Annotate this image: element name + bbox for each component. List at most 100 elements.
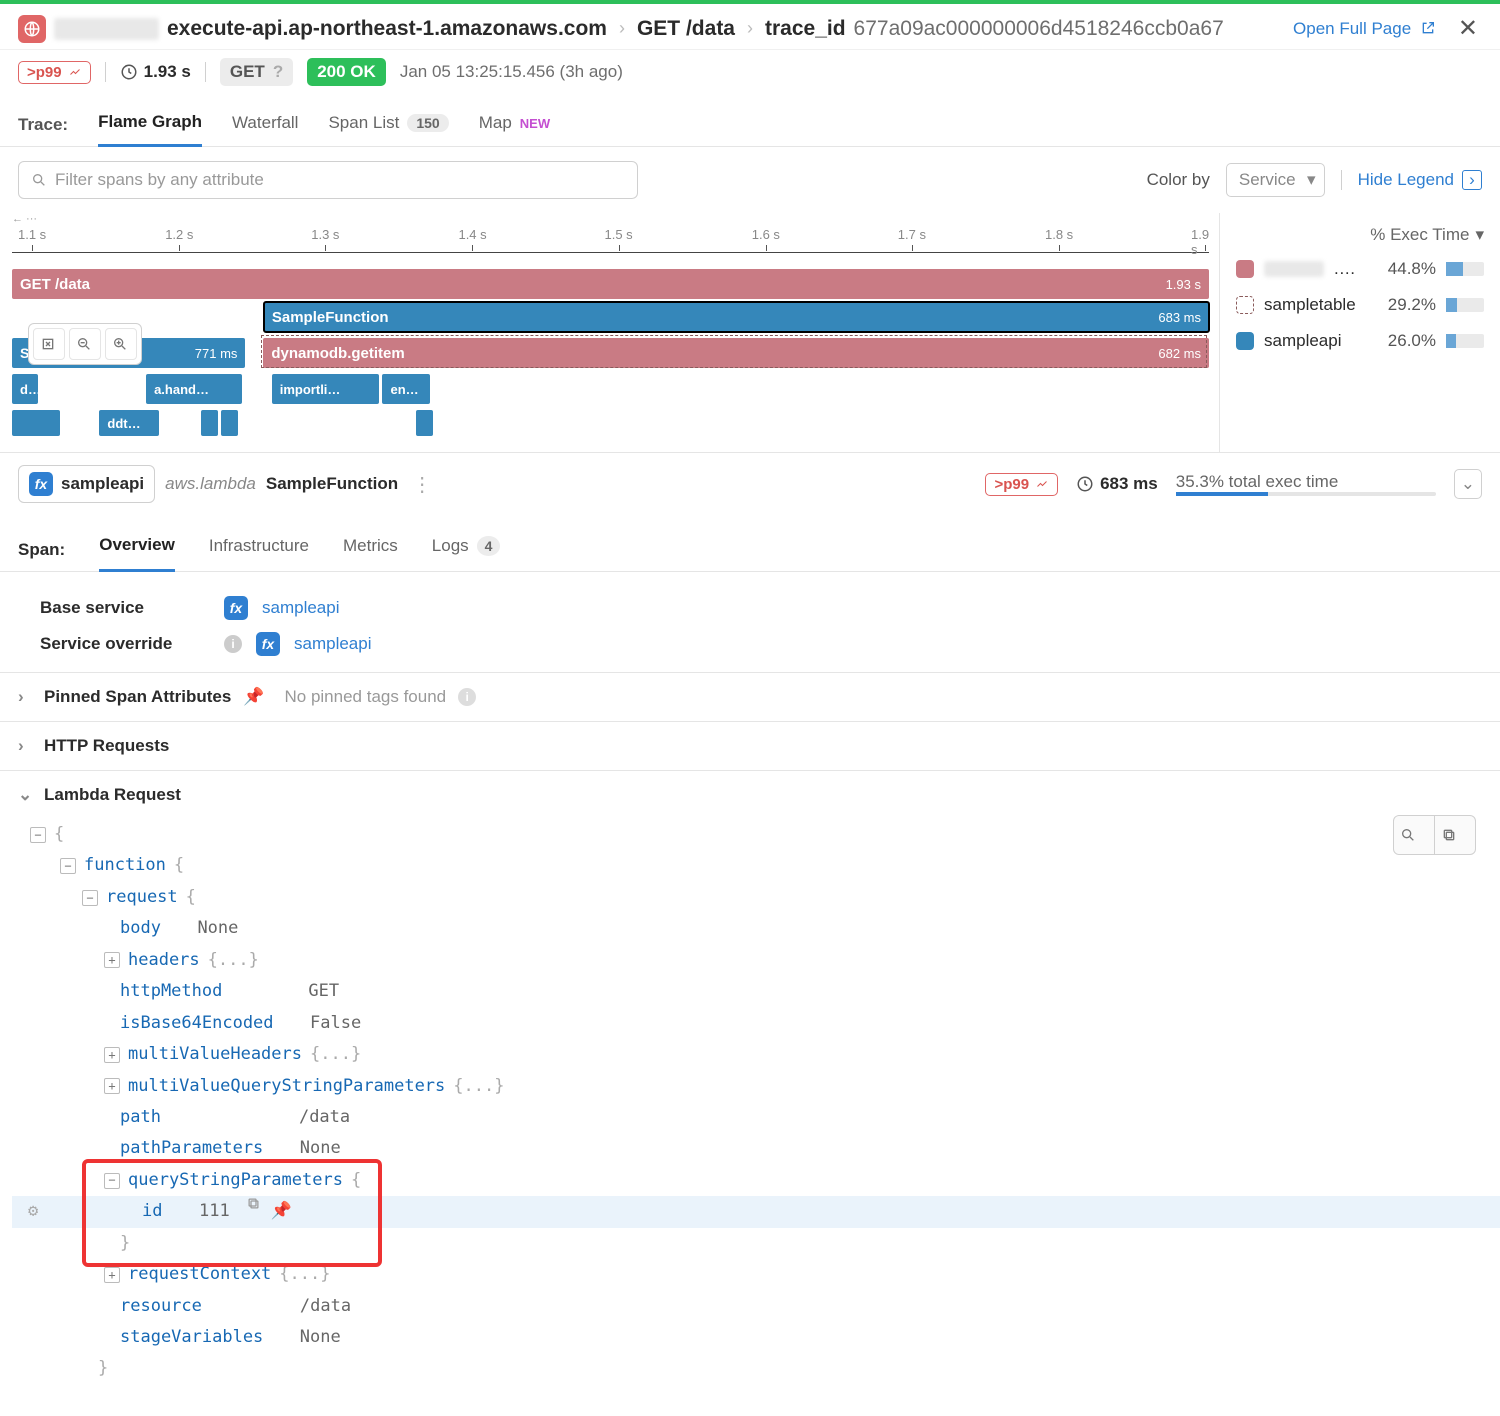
span-tiny[interactable] (221, 410, 238, 436)
time-ruler: 1.1 s 1.2 s 1.3 s 1.4 s 1.5 s 1.6 s 1.7 … (12, 225, 1209, 253)
span-small[interactable]: d… (12, 374, 38, 404)
span-tiny[interactable] (201, 410, 218, 436)
trace-id: 677a09ac000000006d4518246ccb0a67 (854, 17, 1224, 41)
info-icon[interactable]: i (224, 635, 242, 653)
span-tiny[interactable] (416, 410, 433, 436)
base-service-label: Base service (40, 598, 210, 618)
zoom-in-button[interactable] (105, 328, 137, 360)
json-viewer: −{ −function { −request { body None +hea… (0, 819, 1500, 1405)
section-pinned[interactable]: › Pinned Span Attributes 📌 No pinned tag… (0, 673, 1500, 721)
more-icon[interactable]: ⋮ (408, 472, 436, 497)
chevron-icon: › (743, 18, 757, 39)
service-chip[interactable]: fx sampleapi (18, 465, 155, 503)
tab-logs[interactable]: Logs 4 (432, 530, 501, 570)
chevron-right-icon: › (18, 736, 32, 756)
host-suffix: execute-api.ap-northeast-1.amazonaws.com (167, 17, 607, 41)
open-full-page-link[interactable]: Open Full Page (1293, 19, 1436, 39)
exec-progress (1176, 492, 1436, 496)
filter-input[interactable]: Filter spans by any attribute (18, 161, 638, 199)
section-http[interactable]: › HTTP Requests (0, 722, 1500, 770)
span-tiny[interactable] (12, 410, 60, 436)
tab-map[interactable]: Map NEW (479, 105, 550, 145)
gear-icon[interactable]: ⚙ (28, 1196, 38, 1227)
filter-row: Filter spans by any attribute Color by S… (0, 147, 1500, 213)
toggle-icon[interactable]: + (104, 1078, 120, 1094)
hide-legend-button[interactable]: Hide Legend › (1358, 170, 1482, 190)
span-root[interactable]: GET /data1.93 s (12, 269, 1209, 299)
exec-pct: 35.3% total exec time (1176, 472, 1339, 491)
base-service-link[interactable]: sampleapi (262, 598, 340, 618)
pin-icon: 📌 (243, 687, 264, 707)
collapse-icon[interactable]: ⌄ (1454, 469, 1482, 499)
toggle-icon[interactable]: − (30, 827, 46, 843)
zoom-controls (28, 323, 142, 365)
service-override-label: Service override (40, 634, 210, 654)
span-tabs: Span: Overview Infrastructure Metrics Lo… (0, 515, 1500, 572)
collapse-icon: › (1462, 170, 1482, 190)
span-small[interactable]: en… (382, 374, 430, 404)
fx-icon: fx (224, 596, 248, 620)
legend-header[interactable]: % Exec Time ▾ (1236, 221, 1484, 251)
tab-infrastructure[interactable]: Infrastructure (209, 530, 309, 570)
trace-label: trace_id (765, 17, 846, 41)
span-small[interactable]: a.hand… (146, 374, 242, 404)
service-rows: Base service fx sampleapi Service overri… (0, 572, 1500, 672)
legend-row[interactable]: .exec… 44.8% (1236, 251, 1484, 287)
status-badge: 200 OK (307, 58, 386, 86)
colorby-select[interactable]: Service (1226, 163, 1325, 197)
flame-graph[interactable]: ← ··· 1.1 s 1.2 s 1.3 s 1.4 s 1.5 s 1.6 … (0, 213, 1220, 452)
tab-waterfall[interactable]: Waterfall (232, 105, 298, 145)
summary-row: >p99 1.93 s GET ? 200 OK Jan 05 13:25:15… (0, 50, 1500, 98)
trace-tabs: Trace: Flame Graph Waterfall Span List 1… (0, 98, 1500, 147)
zoom-out-button[interactable] (69, 328, 101, 360)
span-small[interactable]: ddt… (99, 410, 159, 436)
timestamp: Jan 05 13:25:15.456 (3h ago) (400, 62, 623, 82)
toggle-icon[interactable]: + (104, 1047, 120, 1063)
method-chip: GET ? (220, 58, 293, 86)
toggle-icon[interactable]: − (60, 858, 76, 874)
legend-row[interactable]: sampleapi 26.0% (1236, 323, 1484, 359)
span-samplefunction-selected[interactable]: SampleFunction683 ms (264, 302, 1209, 332)
span-origin: aws.lambda (165, 474, 256, 494)
legend-panel: % Exec Time ▾ .exec… 44.8% sampletable 2… (1220, 213, 1500, 452)
chevron-down-icon: ▾ (1475, 225, 1484, 245)
redacted-host (54, 18, 159, 40)
endpoint: GET /data (637, 17, 735, 41)
fx-icon: fx (256, 632, 280, 656)
service-override-link[interactable]: sampleapi (294, 634, 372, 654)
close-icon[interactable]: ✕ (1454, 14, 1482, 43)
chevron-right-icon: › (18, 687, 32, 707)
span-tabs-label: Span: (18, 540, 65, 560)
tab-metrics[interactable]: Metrics (343, 530, 398, 570)
toggle-icon[interactable]: + (104, 952, 120, 968)
tab-flame-graph[interactable]: Flame Graph (98, 104, 202, 147)
copy-icon[interactable] (246, 1196, 261, 1227)
chevron-icon: › (615, 18, 629, 39)
json-search-button[interactable] (1394, 816, 1434, 854)
search-icon (31, 172, 47, 188)
tab-overview[interactable]: Overview (99, 529, 175, 572)
p99-badge[interactable]: >p99 (18, 61, 91, 84)
globe-icon (18, 15, 46, 43)
colorby-label: Color by (1147, 170, 1210, 190)
json-copy-button[interactable] (1435, 816, 1475, 854)
span-p99-badge[interactable]: >p99 (985, 473, 1058, 496)
section-lambda[interactable]: ⌄ Lambda Request (0, 771, 1500, 819)
span-small[interactable]: importli… (272, 374, 380, 404)
toggle-icon[interactable]: + (104, 1267, 120, 1283)
info-icon[interactable]: i (458, 688, 476, 706)
legend-row[interactable]: sampletable 29.2% (1236, 287, 1484, 323)
header-breadcrumb: execute-api.ap-northeast-1.amazonaws.com… (0, 4, 1500, 50)
tab-span-list[interactable]: Span List 150 (328, 105, 448, 145)
span-duration: 683 ms (1076, 474, 1158, 494)
toggle-icon[interactable]: − (104, 1173, 120, 1189)
span-header: fx sampleapi aws.lambda SampleFunction ⋮… (18, 465, 1482, 503)
zoom-fit-button[interactable] (33, 328, 65, 360)
json-tools (1393, 815, 1476, 855)
span-count: 150 (407, 114, 448, 132)
json-row-highlight[interactable]: ⚙ id 111 📌 (12, 1196, 1500, 1227)
span-dynamodb-getitem[interactable]: dynamodb.getitem682 ms (263, 338, 1209, 368)
toggle-icon[interactable]: − (82, 890, 98, 906)
trace-duration: 1.93 s (120, 62, 191, 82)
pin-icon[interactable]: 📌 (271, 1196, 292, 1227)
